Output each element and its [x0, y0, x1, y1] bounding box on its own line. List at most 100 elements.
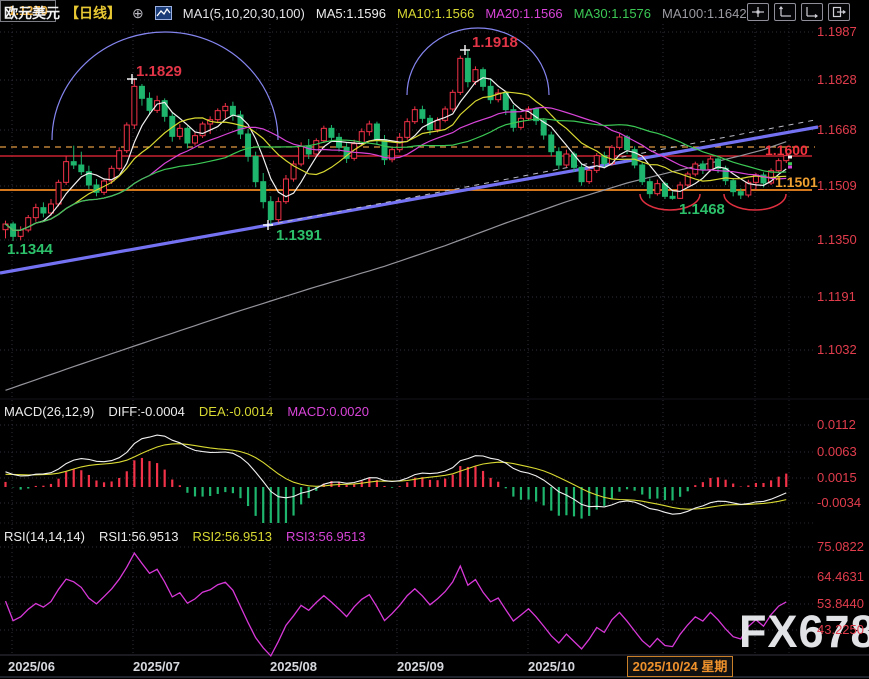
price-axis-label: 1.1350: [817, 232, 857, 247]
macd-axis-label: 0.0015: [817, 470, 857, 485]
candle-body: [405, 122, 410, 138]
trendline: [268, 120, 815, 225]
candle-body: [738, 192, 743, 195]
x-axis-scale-icon[interactable]: [801, 3, 823, 21]
price-axis-label: 1.1828: [817, 72, 857, 87]
macd-macd-value: MACD:0.0020: [287, 404, 369, 419]
x-axis-label: 2025/07: [133, 659, 180, 674]
rsi-axis-label: 43.2250: [817, 622, 864, 637]
candle-body: [64, 162, 69, 183]
current-date-badge: 2025/10/24 星期五: [627, 656, 733, 677]
price-annotation: 1.1829: [136, 63, 182, 80]
price-axis-label: 1.1509: [817, 178, 857, 193]
support-price-tag: 1.1501: [775, 174, 818, 190]
rsi-line: [6, 553, 787, 656]
candle-body: [193, 136, 198, 143]
candle-body: [465, 58, 470, 81]
candle-body: [329, 128, 334, 137]
candle-body: [132, 86, 137, 125]
macd-header: MACD(26,12,9) DIFF:-0.0004 DEA:-0.0014 M…: [4, 404, 369, 419]
ma20-line: [6, 107, 787, 230]
candle-body: [283, 179, 288, 202]
macd-title: MACD(26,12,9): [4, 404, 94, 419]
candle-body: [488, 86, 493, 99]
period-label[interactable]: 【日线】: [65, 3, 121, 23]
candle-body: [420, 110, 425, 119]
expand-icon[interactable]: ⊕: [132, 5, 144, 22]
candle-body: [185, 128, 190, 143]
x-axis-label: 2025/06: [8, 659, 55, 674]
candle-body: [299, 146, 304, 164]
ma-axis-tick: [788, 166, 792, 169]
candle-body: [731, 181, 736, 192]
chart-header: 欧元美元 【日线】 ⊕ MA1(5,10,20,30,100) MA5:1.15…: [4, 3, 747, 23]
ma-settings-label: MA1(5,10,20,30,100): [183, 6, 305, 21]
candle-body: [473, 70, 478, 82]
candle-body: [367, 124, 372, 132]
candle-body: [276, 202, 281, 220]
price-annotation: 1.1391: [276, 227, 322, 244]
candle-body: [147, 98, 152, 110]
candle-body: [435, 120, 440, 129]
rsi-title: RSI(14,14,14): [4, 529, 85, 544]
candle-body: [617, 137, 622, 147]
candle-body: [33, 208, 38, 218]
rsi3-value: RSI3:56.9513: [286, 529, 366, 544]
rsi-axis-label: 64.4631: [817, 569, 864, 584]
price-annotation: 1.1918: [472, 34, 518, 51]
candle-body: [337, 137, 342, 147]
candle-body: [579, 167, 584, 181]
ma20-value: MA20:1.1566: [485, 6, 562, 21]
candle-body: [708, 159, 713, 170]
chart-type-icon[interactable]: [155, 6, 172, 20]
chart-window: 1.18291.19181.13441.13911.1468 欧元美元 【日线】…: [0, 0, 869, 679]
rsi1-value: RSI1:56.9513: [99, 529, 179, 544]
candle-body: [246, 134, 251, 156]
candle-body: [776, 161, 781, 171]
candle-body: [261, 182, 266, 202]
macd-axis-label: -0.0034: [817, 495, 861, 510]
rsi2-value: RSI2:56.9513: [192, 529, 272, 544]
candle-body: [139, 86, 144, 98]
candle-body: [374, 124, 379, 140]
candle-body: [56, 182, 61, 204]
candle-body: [503, 93, 508, 110]
pan-icon[interactable]: [747, 3, 769, 21]
candle-body: [450, 92, 455, 109]
candle-body: [647, 182, 652, 194]
macd-axis-label: 0.0112: [817, 417, 856, 432]
candle-body: [625, 137, 630, 150]
price-axis-label: 1.1191: [817, 289, 856, 304]
chart-canvas[interactable]: 1.18291.19181.13441.13911.1468: [0, 0, 869, 679]
candle-body: [215, 111, 220, 120]
x-axis-label: 2025/08: [270, 659, 317, 674]
candle-body: [230, 106, 235, 115]
candle-body: [79, 165, 84, 172]
candle-body: [41, 208, 46, 213]
price-axis-label: 1.1987: [817, 24, 857, 39]
candle-body: [268, 202, 273, 220]
candle-body: [549, 135, 554, 152]
candle-body: [518, 118, 523, 127]
macd-axis-label: 0.0063: [817, 444, 857, 459]
y-axis-scale-icon[interactable]: [774, 3, 796, 21]
ma30-line: [6, 119, 787, 230]
candle-body: [253, 156, 258, 181]
price-axis-label: 1.1668: [817, 122, 857, 137]
candle-body: [314, 141, 319, 154]
macd-dea-value: DEA:-0.0014: [199, 404, 273, 419]
circle-annotation: [52, 32, 278, 140]
candle-body: [443, 109, 448, 120]
candle-body: [71, 162, 76, 165]
candle-body: [18, 230, 23, 236]
candle-body: [321, 128, 326, 140]
exit-icon[interactable]: [828, 3, 850, 21]
rsi-header: RSI(14,14,14) RSI1:56.9513 RSI2:56.9513 …: [4, 529, 365, 544]
chart-toolbar: [747, 3, 850, 21]
candle-body: [556, 152, 561, 165]
rsi-axis-label: 53.8440: [817, 596, 864, 611]
ma10-value: MA10:1.1566: [397, 6, 474, 21]
candle-body: [655, 184, 660, 194]
candle-body: [564, 154, 569, 165]
ma-axis-tick: [788, 162, 792, 165]
